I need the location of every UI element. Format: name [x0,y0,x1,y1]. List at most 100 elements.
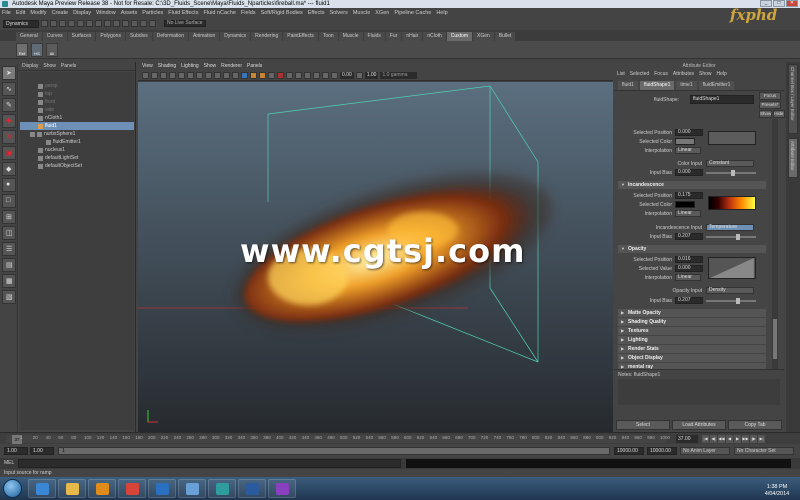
node-name-field[interactable]: fluidShape1 [690,95,754,104]
slider-knob[interactable] [731,170,735,176]
color-space-dropdown[interactable]: 1.0 gamma [380,72,418,79]
shelf-tab-fur[interactable]: Fur [385,32,402,41]
lasso-tool[interactable]: ∿ [2,82,16,96]
taskbar-app-chrome[interactable] [118,479,146,498]
shelf-tab-rendering[interactable]: Rendering [251,32,283,41]
snap-grid-icon[interactable] [95,20,102,27]
viewport-menu-lighting[interactable]: Lighting [181,62,199,71]
menu-fields[interactable]: Fields [241,10,256,16]
inc-interpolation-dropdown[interactable]: Linear [675,210,701,217]
menu-effects[interactable]: Effects [308,10,325,16]
taskbar-clock[interactable]: 1:38 PM 4/04/2014 [762,484,792,498]
color-input-bias-slider[interactable] [706,170,756,176]
menu-soft-rigid-bodies[interactable]: Soft/Rigid Bodies [261,10,303,16]
inc-input-bias-slider[interactable] [706,234,756,240]
menu-muscle[interactable]: Muscle [353,10,370,16]
section-mental-ray[interactable]: mental ray [618,363,766,369]
render-icon[interactable] [131,20,138,27]
start-button[interactable] [3,479,22,498]
step-forward-frame-button[interactable]: ▶▶ [742,435,749,443]
tab-channel-box[interactable]: Channel Box / Layer Editor [788,64,798,134]
taskbar-app-outlook[interactable] [148,479,176,498]
op-input-bias-field[interactable]: 0.207 [675,297,703,304]
color-ramp[interactable] [708,131,756,145]
section-render-stats[interactable]: Render Stats [618,345,766,353]
layout-outliner[interactable]: ☰ [2,242,16,256]
play-backwards-button[interactable]: ◀ [726,435,733,443]
step-back-key-button[interactable]: ◀| [710,435,717,443]
opacity-input-dropdown[interactable]: Density [706,287,754,294]
depth-of-field-icon[interactable] [304,72,311,79]
menuset-dropdown[interactable]: Dynamics [3,19,39,28]
current-time-field[interactable]: 37.00 [676,435,698,443]
go-to-end-button[interactable]: ▶| [758,435,765,443]
inc-selected-color-swatch[interactable] [675,201,695,208]
incandescence-ramp[interactable] [708,196,756,210]
color-interpolation-dropdown[interactable]: Linear [675,147,701,154]
ae-notes-field[interactable] [618,379,780,405]
outliner-item-top[interactable]: top [20,90,134,98]
select-component-icon[interactable] [86,20,93,27]
close-button[interactable]: ✕ [786,0,798,7]
shelf-tab-polygons[interactable]: Polygons [96,32,125,41]
op-interpolation-dropdown[interactable]: Linear [675,274,701,281]
tab-attribute-editor[interactable]: Attribute Editor [788,138,798,178]
taskbar-app-ie[interactable] [28,479,56,498]
color-selected-color-swatch[interactable] [675,138,695,145]
ae-copy-tab-button[interactable]: Copy Tab [728,420,782,430]
viewport-menu-shading[interactable]: Shading [158,62,176,71]
incandescence-input-dropdown[interactable]: Temperature [706,224,754,231]
xray-icon[interactable] [322,72,329,79]
ae-tab-fluidshape1[interactable]: fluidShape1 [639,81,675,90]
viewport-menu-view[interactable]: View [142,62,153,71]
new-scene-icon[interactable] [41,20,48,27]
menu-modify[interactable]: Modify [30,10,46,16]
op-input-bias-slider[interactable] [706,298,756,304]
color-input-dropdown[interactable]: Constant [706,160,754,167]
opacity-ramp[interactable] [708,257,756,279]
scale-field[interactable]: 1.00 [364,72,379,79]
taskbar-app-app[interactable] [268,479,296,498]
outliner-item-fluid1[interactable]: fluid1 [20,122,134,130]
last-tool[interactable]: ● [2,178,16,192]
shelf-tab-bullet[interactable]: Bullet [494,32,516,41]
section-textures[interactable]: Textures [618,327,766,335]
shelf-tab-general[interactable]: General [16,32,42,41]
inc-input-bias-field[interactable]: 0.207 [675,233,703,240]
select-tool[interactable]: ➤ [2,66,16,80]
open-scene-icon[interactable] [50,20,57,27]
play-forwards-button[interactable]: ▶ [734,435,741,443]
menu-display[interactable]: Display [73,10,91,16]
layout-graph[interactable]: ▤ [2,258,16,272]
render-settings-icon[interactable] [149,20,156,27]
motion-blur-icon[interactable] [286,72,293,79]
ae-scrollbar-thumb[interactable] [773,319,777,359]
ae-menu-attributes[interactable]: Attributes [673,70,694,79]
ae-menu-show[interactable]: Show [699,70,712,79]
ae-scrollbar[interactable] [772,119,778,369]
menu-fluid-effects[interactable]: Fluid Effects [168,10,198,16]
menu-fluid-ncache[interactable]: Fluid nCache [203,10,235,16]
section-object-display[interactable]: Object Display [618,354,766,362]
time-slider-track[interactable]: 37 [6,435,666,444]
safe-action-icon[interactable] [223,72,230,79]
layout-side[interactable]: ◫ [2,226,16,240]
smooth-shade-icon[interactable] [241,72,248,79]
step-back-frame-button[interactable]: ◀◀ [718,435,725,443]
layout-hypershade[interactable]: ▦ [2,274,16,288]
film-gate-icon[interactable] [187,72,194,79]
viewport-menu-show[interactable]: Show [204,62,217,71]
shelf-tab-deformation[interactable]: Deformation [152,32,188,41]
scale-tool[interactable]: ▣ [2,146,16,160]
focus-button[interactable]: Focus [759,92,781,100]
section-shading-quality[interactable]: Shading Quality [618,318,766,326]
shadows-icon[interactable] [268,72,275,79]
taskbar-app-media-player[interactable] [88,479,116,498]
ae-menu-list[interactable]: List [617,70,625,79]
shelf-button-ref[interactable]: Ref [16,42,28,57]
playback-start-field[interactable]: 1.00 [30,447,54,455]
snap-point-icon[interactable] [113,20,120,27]
shelf-tab-ncloth[interactable]: nCloth [423,32,446,41]
menu-file[interactable]: File [2,10,11,16]
shelf-tab-painteffects[interactable]: PaintEffects [283,32,318,41]
